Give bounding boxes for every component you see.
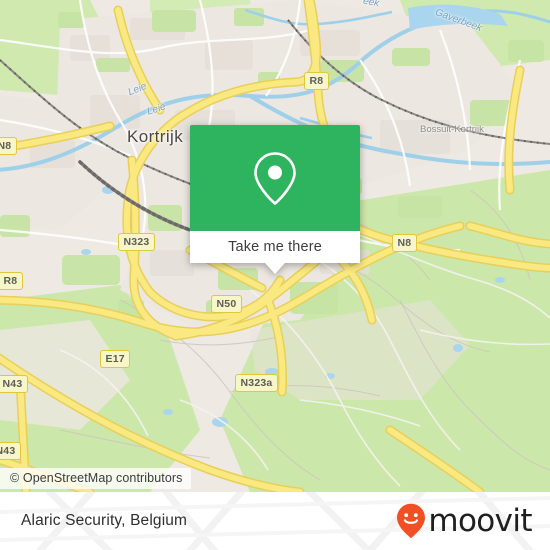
road-shield-n50: N50 bbox=[211, 295, 242, 313]
road-shield-n8-west: N8 bbox=[0, 137, 17, 155]
road-shield-n43-southwest: N43 bbox=[0, 442, 21, 460]
map-canvas[interactable]: Kortrijk Leie Leie Gaverbeek eek Bossuit… bbox=[0, 0, 550, 492]
take-me-there-popup[interactable]: Take me there bbox=[190, 125, 360, 274]
road-shield-r8-west: R8 bbox=[0, 272, 23, 290]
road-shield-n323: N323 bbox=[118, 233, 155, 251]
location-title: Alaric Security, Belgium bbox=[21, 512, 188, 529]
road-shield-n323a: N323a bbox=[235, 374, 278, 392]
moovit-map-screenshot: Kortrijk Leie Leie Gaverbeek eek Bossuit… bbox=[0, 0, 550, 550]
popup-action[interactable]: Take me there bbox=[190, 231, 360, 274]
openstreetmap-attribution[interactable]: © OpenStreetMap contributors bbox=[0, 468, 191, 489]
moovit-brand[interactable]: moovit bbox=[396, 502, 533, 539]
map-pin-icon bbox=[254, 152, 296, 205]
popup-pointer-tail bbox=[265, 263, 285, 274]
road-shield-n8-east: N8 bbox=[392, 234, 417, 252]
footer-bar: Alaric Security, Belgium moovit bbox=[0, 492, 550, 550]
popup-header bbox=[190, 125, 360, 231]
road-shield-n43-west: N43 bbox=[0, 375, 28, 393]
road-shield-r8-north: R8 bbox=[304, 72, 329, 90]
moovit-wordmark: moovit bbox=[428, 502, 532, 539]
moovit-pin-smiley-icon bbox=[397, 503, 426, 539]
take-me-there-label: Take me there bbox=[228, 239, 322, 255]
road-shield-e17: E17 bbox=[100, 350, 131, 368]
